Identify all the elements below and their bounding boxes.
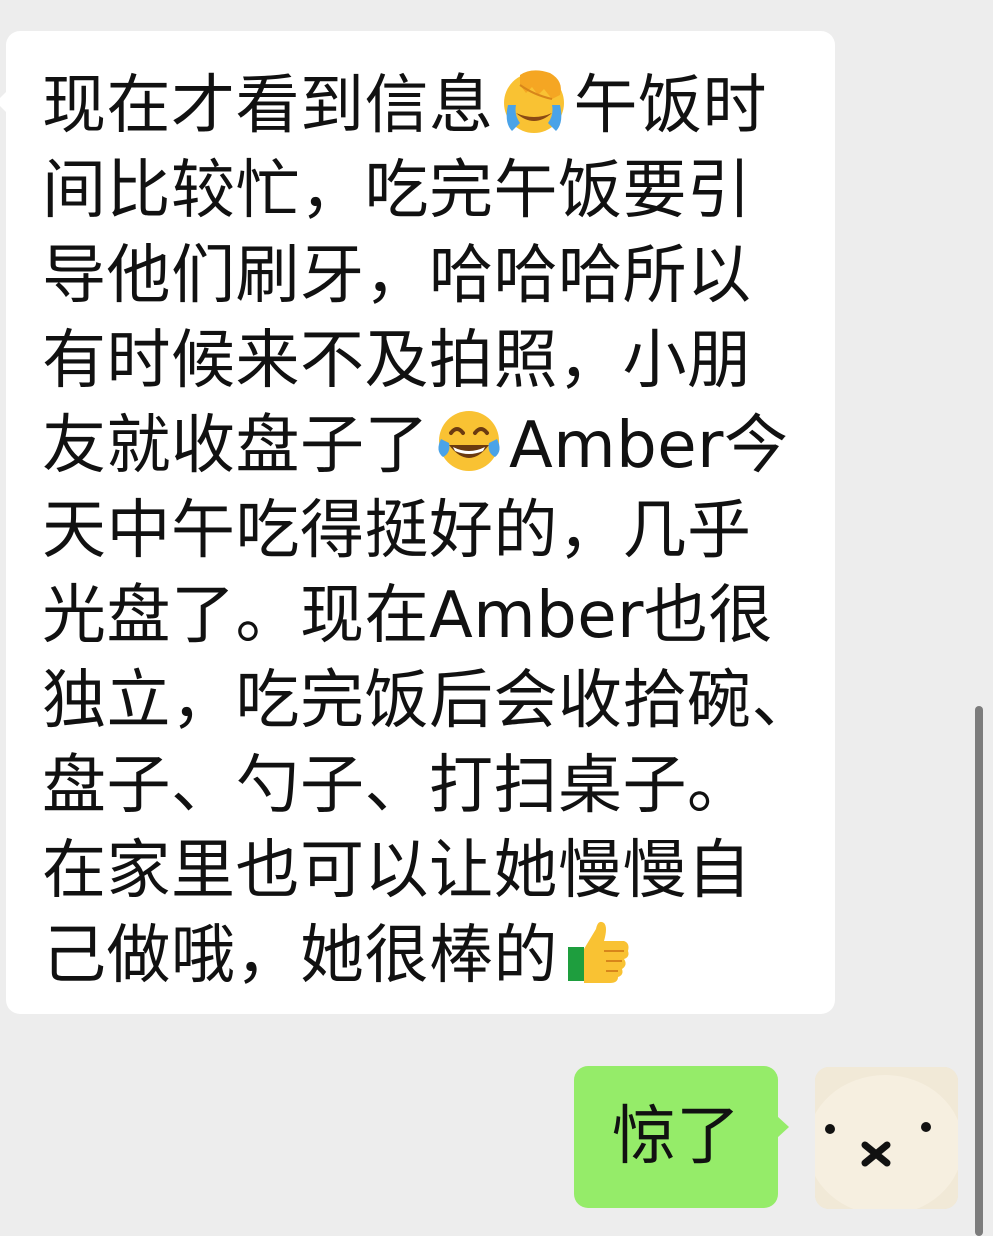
message-line-text: 午饭时 (573, 69, 767, 143)
scrollbar[interactable] (975, 706, 983, 1236)
incoming-message-bubble[interactable]: 现在才看到信息 午饭时 间比较忙，吃完午饭要引 导他们刷牙，哈哈哈所以 有时候来… (0, 31, 835, 1014)
message-line: 独立，吃完饭后会收拾碗、 (42, 664, 816, 738)
outgoing-message-bubble[interactable]: 惊了 (574, 1066, 789, 1208)
incoming-message-text: 现在才看到信息 午饭时 间比较忙，吃完午饭要引 导他们刷牙，哈哈哈所以 有时候来… (42, 64, 816, 999)
bunny-face-avatar-icon (815, 1067, 958, 1209)
thumbs-up-emoji-icon (562, 915, 634, 987)
message-line-text: Amber今 (509, 409, 789, 483)
message-line: 友就收盘子了 Amber今 (42, 404, 802, 489)
outgoing-message-text: 惊了 (612, 1100, 740, 1174)
message-line-text: 现在才看到信息 (42, 69, 494, 143)
message-line: 盘子、勺子、打扫桌子。 (42, 749, 752, 823)
face-palm-emoji-icon (498, 65, 570, 137)
outgoing-bubble-tail (777, 1116, 789, 1138)
message-line: 光盘了。现在Amber也很 (42, 579, 773, 653)
message-line: 有时候来不及拍照，小朋 (42, 324, 752, 398)
incoming-bubble-tail (0, 91, 7, 113)
tears-of-joy-emoji-icon (433, 405, 505, 477)
message-line: 间比较忙，吃完午饭要引 (42, 154, 752, 228)
message-line-text: 友就收盘子了 (42, 409, 429, 483)
message-line: 己做哦，她很棒的 (42, 914, 802, 999)
message-line: 在家里也可以让她慢慢自 (42, 834, 752, 908)
message-line-text: 己做哦，她很棒的 (42, 919, 558, 993)
message-line: 现在才看到信息 午饭时 (42, 64, 802, 149)
message-line: 导他们刷牙，哈哈哈所以 (42, 239, 752, 313)
message-line: 天中午吃得挺好的，几乎 (42, 494, 752, 568)
avatar[interactable] (815, 1067, 958, 1209)
